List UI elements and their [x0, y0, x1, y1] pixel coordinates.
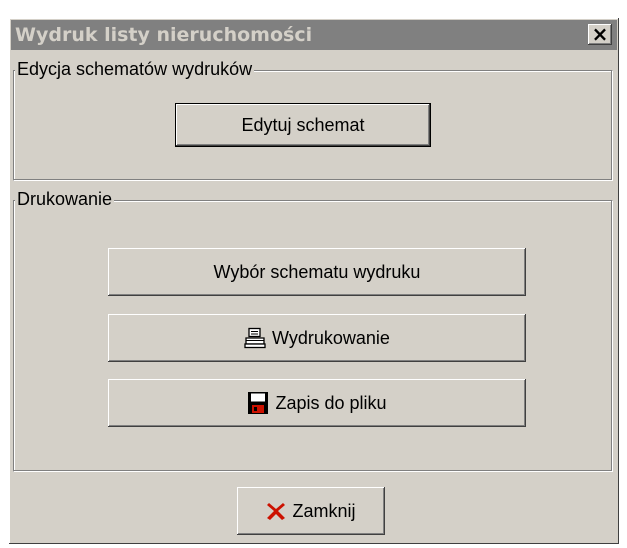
edit-templates-legend: Edycja schematów wydruków: [15, 58, 255, 80]
close-label: Zamknij: [292, 500, 356, 521]
choose-template-button[interactable]: Wybór schematu wydruku: [108, 248, 526, 296]
print-label: Wydrukowanie: [272, 327, 390, 348]
print-button[interactable]: Wydrukowanie: [108, 314, 526, 362]
title-bar[interactable]: Wydruk listy nieruchomości ×: [11, 20, 617, 50]
red-x-icon: [266, 501, 286, 521]
save-to-file-label: Zapis do pliku: [275, 392, 387, 413]
close-icon: ×: [591, 22, 609, 46]
floppy-disk-icon: [247, 391, 269, 415]
edit-template-button[interactable]: Edytuj schemat: [175, 103, 431, 147]
close-window-button[interactable]: ×: [588, 24, 612, 45]
choose-template-label: Wybór schematu wydruku: [213, 261, 421, 282]
window-title: Wydruk listy nieruchomości: [15, 24, 313, 46]
close-button[interactable]: Zamknij: [237, 487, 385, 535]
save-to-file-button[interactable]: Zapis do pliku: [108, 379, 526, 427]
printing-legend: Drukowanie: [15, 188, 115, 210]
printer-icon: [244, 327, 266, 349]
dialog-window: Wydruk listy nieruchomości × Edycja sche…: [9, 18, 619, 544]
edit-template-label: Edytuj schemat: [241, 114, 365, 135]
